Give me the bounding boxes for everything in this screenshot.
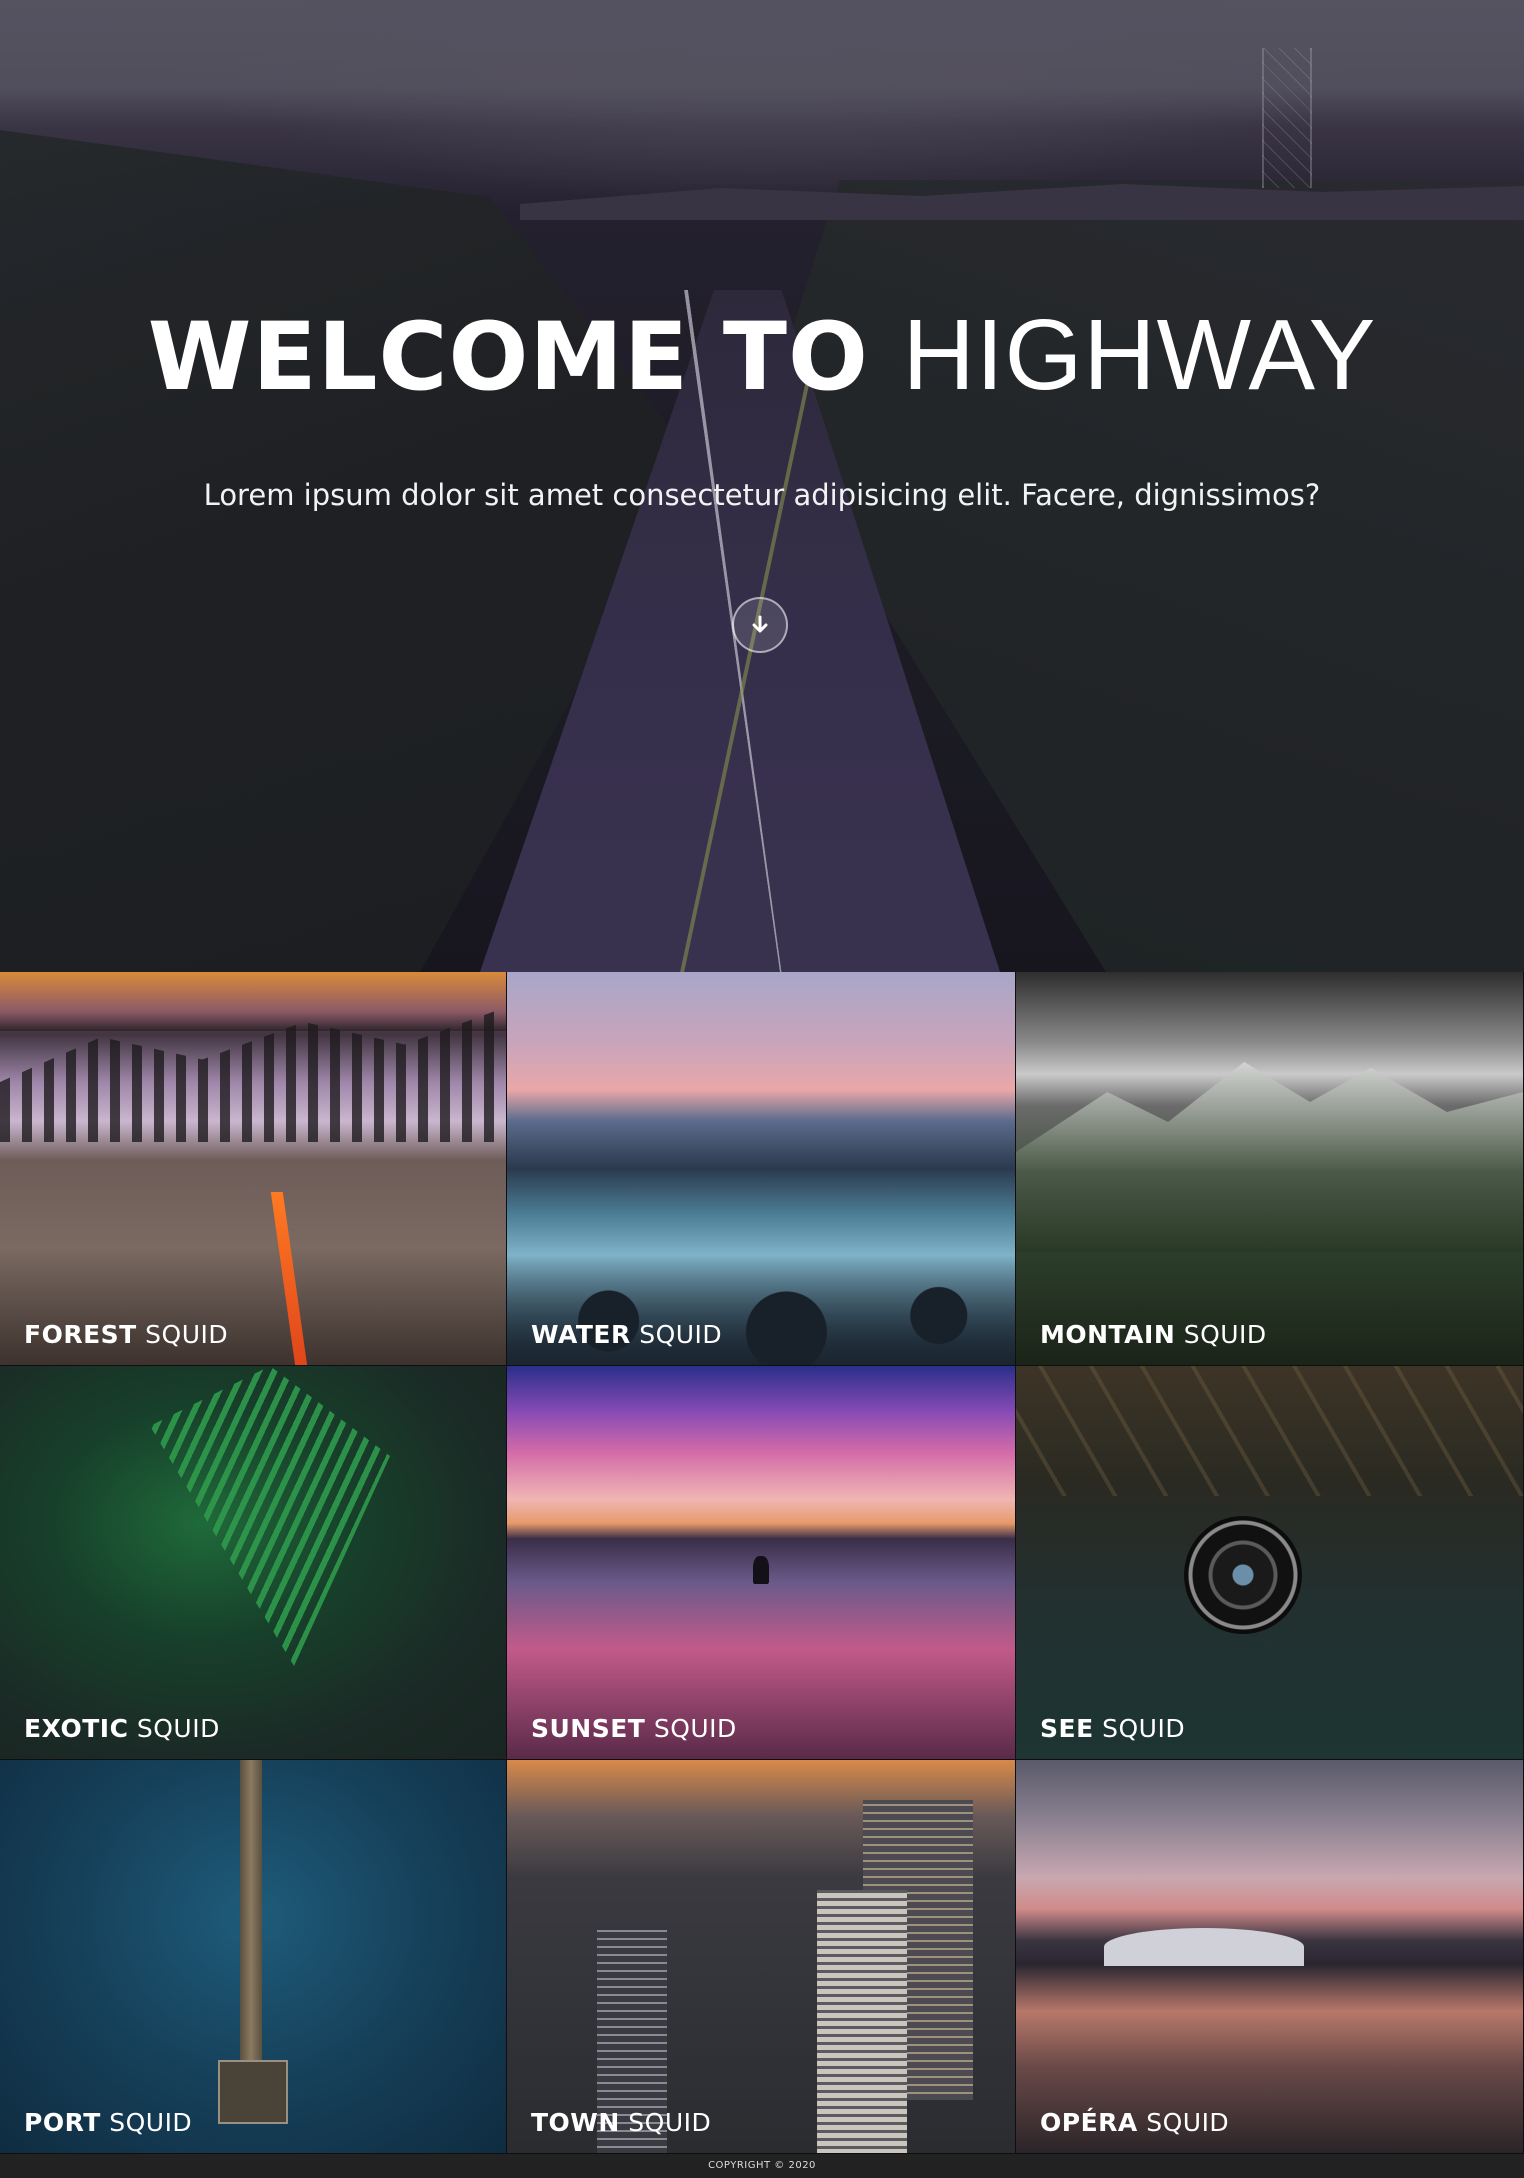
tile-caption: SEE SQUID [1040, 1714, 1185, 1743]
tile-caption: PORT SQUID [24, 2108, 192, 2137]
arrow-down-icon [752, 615, 768, 633]
tile-caption: MONTAIN SQUID [1040, 1320, 1267, 1349]
tile-caption: TOWN SQUID [531, 2108, 711, 2137]
tile-caption: EXOTIC SQUID [24, 1714, 220, 1743]
gallery-tile-see[interactable]: SEE SQUID [1016, 1366, 1524, 1760]
tile-caption-light: SQUID [639, 1320, 723, 1349]
tile-caption-bold: OPÉRA [1040, 2108, 1138, 2137]
gallery-tile-town[interactable]: TOWN SQUID [507, 1760, 1016, 2154]
gallery-tile-forest[interactable]: FOREST SQUID [0, 972, 507, 1366]
tile-caption: WATER SQUID [531, 1320, 722, 1349]
tile-caption-light: SQUID [145, 1320, 229, 1349]
tile-caption-bold: WATER [531, 1320, 631, 1349]
hero-subtitle: Lorem ipsum dolor sit amet consectetur a… [203, 478, 1321, 512]
tile-caption: FOREST SQUID [24, 1320, 228, 1349]
building-image [817, 1890, 907, 2153]
people-silhouette-image [753, 1556, 769, 1584]
gallery-tile-sunset[interactable]: SUNSET SQUID [507, 1366, 1016, 1760]
copyright-text: COPYRIGHT © 2020 [708, 2160, 816, 2171]
tile-caption-bold: TOWN [531, 2108, 620, 2137]
roof-beams-image [1016, 1366, 1523, 1496]
forest-image [0, 972, 506, 1365]
tile-caption-light: SQUID [628, 2108, 712, 2137]
gallery-tile-port[interactable]: PORT SQUID [0, 1760, 507, 2154]
gallery-grid: FOREST SQUID WATER SQUID MONTAIN SQUID E… [0, 972, 1524, 2154]
hero-title: WELCOME TO HIGHWAY [0, 305, 1524, 405]
hero-title-light: HIGHWAY [902, 299, 1377, 411]
tile-caption: OPÉRA SQUID [1040, 2108, 1229, 2137]
gallery-tile-opera[interactable]: OPÉRA SQUID [1016, 1760, 1524, 2154]
gallery-tile-montain[interactable]: MONTAIN SQUID [1016, 972, 1524, 1366]
tile-caption: SUNSET SQUID [531, 1714, 737, 1743]
tile-caption-light: SQUID [136, 1714, 220, 1743]
tile-caption-bold: SUNSET [531, 1714, 646, 1743]
tile-caption-light: SQUID [653, 1714, 737, 1743]
gallery-tile-exotic[interactable]: EXOTIC SQUID [0, 1366, 507, 1760]
tile-caption-bold: MONTAIN [1040, 1320, 1176, 1349]
tile-caption-light: SQUID [109, 2108, 193, 2137]
hero-section: WELCOME TO HIGHWAY Lorem ipsum dolor sit… [0, 0, 1524, 972]
tile-caption-bold: PORT [24, 2108, 101, 2137]
footer: COPYRIGHT © 2020 [0, 2154, 1524, 2178]
camera-lens-image [1184, 1516, 1302, 1634]
tile-caption-light: SQUID [1102, 1714, 1186, 1743]
scroll-down-button[interactable] [732, 597, 788, 653]
dome-building-image [1104, 1928, 1304, 1966]
tile-caption-bold: FOREST [24, 1320, 137, 1349]
pier-image [240, 1760, 262, 2090]
tile-caption-bold: EXOTIC [24, 1714, 129, 1743]
hero-title-bold: WELCOME TO [147, 303, 869, 412]
tile-caption-bold: SEE [1040, 1714, 1094, 1743]
gallery-tile-water[interactable]: WATER SQUID [507, 972, 1016, 1366]
tile-caption-light: SQUID [1146, 2108, 1230, 2137]
pier-end-image [218, 2060, 288, 2124]
tile-caption-light: SQUID [1183, 1320, 1267, 1349]
